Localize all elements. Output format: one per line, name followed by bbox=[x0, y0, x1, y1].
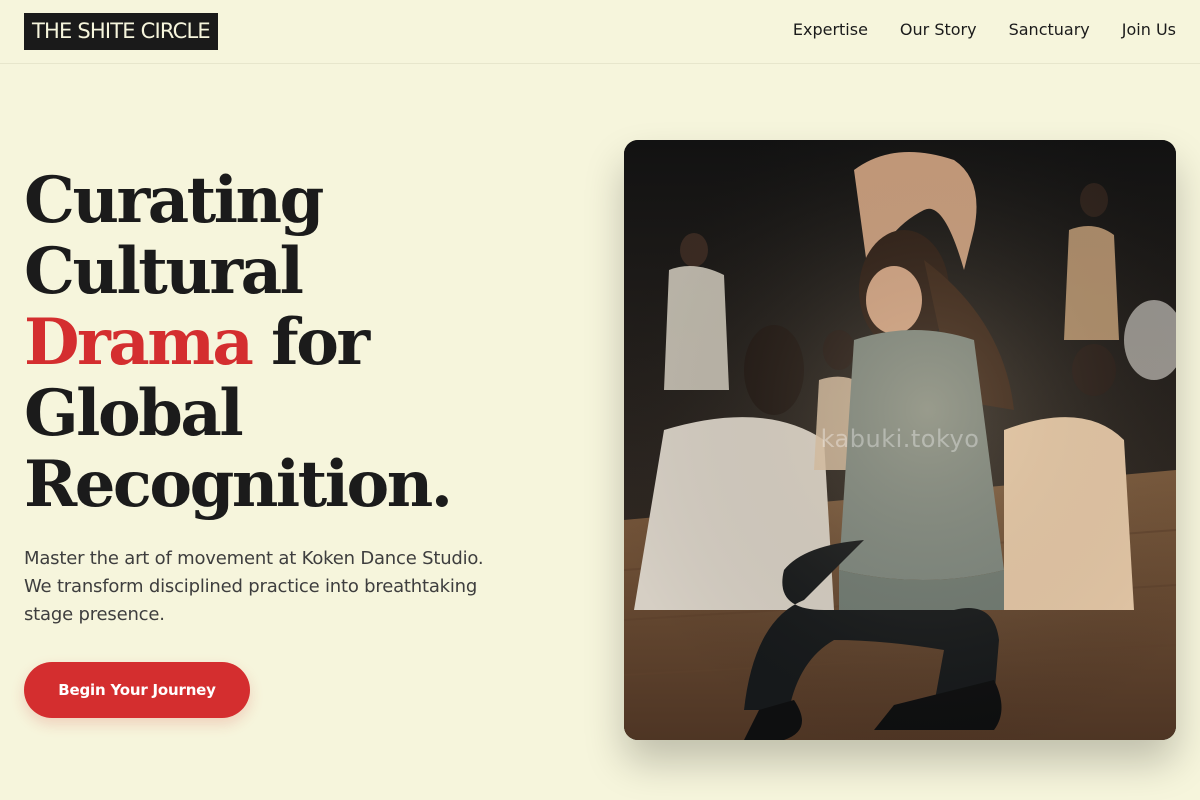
hero-title-accent: Drama bbox=[24, 305, 254, 380]
hero-title-line-1: Curating bbox=[24, 163, 324, 238]
hero-title-line-5: Recognition. bbox=[24, 447, 453, 522]
nav-link-join-us[interactable]: Join Us bbox=[1122, 20, 1176, 40]
hero-title-line-4: Global bbox=[24, 376, 244, 451]
hero-subtitle: Master the art of movement at Koken Danc… bbox=[24, 548, 484, 625]
site-logo[interactable]: THE SHITE CIRCLE bbox=[24, 13, 218, 50]
main-nav: Expertise Our Story Sanctuary Join Us bbox=[793, 20, 1176, 40]
hero-title-line-3-rest: for bbox=[251, 305, 370, 380]
site-header: THE SHITE CIRCLE Expertise Our Story San… bbox=[0, 0, 1200, 64]
nav-link-expertise[interactable]: Expertise bbox=[793, 20, 868, 40]
hero-image: kabuki.tokyo bbox=[624, 140, 1176, 740]
hero-title: Curating Cultural Drama for Global Recog… bbox=[24, 165, 544, 520]
nav-link-our-story[interactable]: Our Story bbox=[900, 20, 977, 40]
hero-title-line-2: Cultural bbox=[24, 234, 304, 309]
image-watermark: kabuki.tokyo bbox=[820, 425, 980, 453]
nav-link-sanctuary[interactable]: Sanctuary bbox=[1009, 20, 1090, 40]
begin-journey-button[interactable]: Begin Your Journey bbox=[24, 662, 250, 718]
